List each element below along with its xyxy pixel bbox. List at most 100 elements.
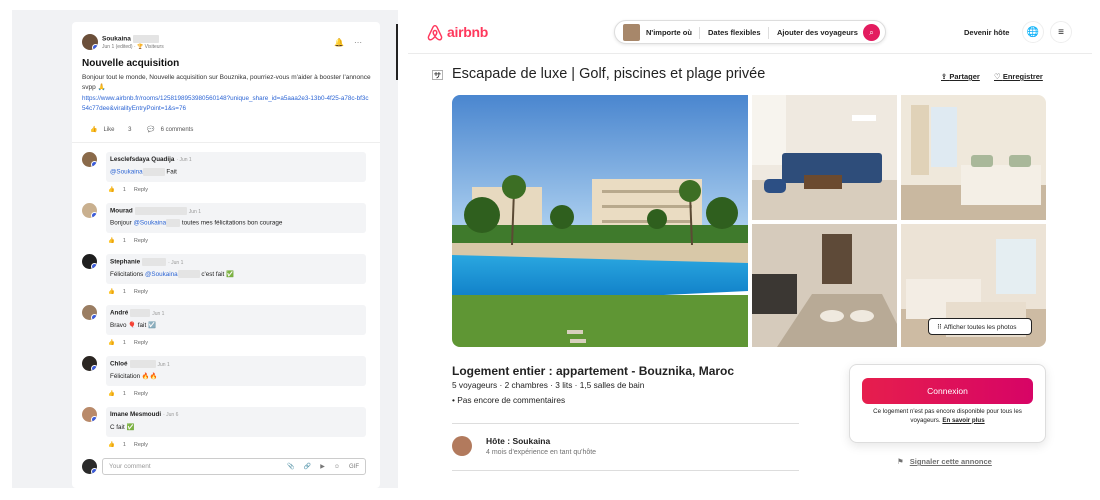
search-where[interactable]: N'importe où [646, 28, 692, 37]
attach-icon[interactable]: 📎 [287, 464, 294, 470]
comments-count[interactable]: 6 comments [161, 127, 194, 133]
post-header-actions: 🔔 ⋯ [324, 38, 362, 47]
search-bar[interactable]: N'importe où Dates flexibles Ajouter des… [614, 20, 886, 44]
host-avatar[interactable] [452, 436, 472, 456]
like-icon[interactable]: 👍 [108, 391, 115, 397]
reply-button[interactable]: Reply [134, 340, 148, 346]
main-photo-pool[interactable] [452, 95, 748, 347]
reply-button[interactable]: Reply [134, 187, 148, 193]
airbnb-logo-icon [427, 24, 443, 41]
comment-like-count: 1 [122, 442, 126, 448]
comment-like-count: 1 [122, 289, 126, 295]
comment-bubble: Chloé Jun 1 Félicitation 🔥🔥 [106, 356, 366, 386]
post-body: Bonjour tout le monde, Nouvelle acquisit… [82, 74, 371, 91]
post-title: Nouvelle acquisition [82, 58, 180, 69]
reply-button[interactable]: Reply [134, 289, 148, 295]
like-icon[interactable]: 👍 [108, 238, 115, 244]
more-icon[interactable]: ⋯ [354, 38, 362, 47]
heart-icon: ♡ [994, 72, 1003, 81]
photo-living-room[interactable] [752, 95, 897, 220]
comment-placeholder: Your comment [109, 463, 151, 470]
post-divider [72, 142, 380, 143]
reply-button[interactable]: Reply [134, 391, 148, 397]
translate-icon[interactable]: 🈂 [432, 67, 443, 83]
section-divider [452, 423, 799, 424]
booking-card: Connexion Ce logement n'est pas encore d… [849, 364, 1046, 443]
comment-bubble: André Jun 1 Bravo 🎈 fait ☑️ [106, 305, 366, 335]
post-header: Soukaina Jun 1 (edited) · 🏆 Visiteurs 🔔 ⋯ [82, 34, 372, 54]
reply-button[interactable]: Reply [134, 238, 148, 244]
post-meta: Jun 1 (edited) · 🏆 Visiteurs [102, 44, 164, 50]
comment-composer: Your comment 📎 🔗 ▶ ☺ GIF [82, 458, 372, 476]
comment-item: Lesclefsdaya Quadija · Jun 1 @Soukaina Fa… [82, 152, 372, 202]
link-icon[interactable]: 🔗 [304, 464, 311, 470]
living-room-image [752, 95, 897, 220]
commenter-avatar[interactable] [82, 305, 97, 320]
listing-details: 5 voyageurs · 2 chambres · 3 lits · 1,5 … [452, 380, 645, 390]
comment-item: Imane Mesmoudi · Jun 6 C fait ✅ 👍 1 Reply [82, 407, 372, 457]
search-who[interactable]: Ajouter des voyageurs [777, 28, 858, 37]
like-icon[interactable]: 👍 [90, 127, 97, 133]
gif-icon[interactable]: GIF [349, 464, 359, 470]
comment-actions: 👍 1 Reply [108, 340, 156, 346]
header-divider [408, 53, 1092, 54]
commenter-name[interactable]: André Jun 1 [110, 309, 164, 317]
listing-subtitle: Logement entier : appartement - Bouznika… [452, 364, 735, 378]
reviews-status: • Pas encore de commentaires [452, 395, 566, 405]
like-icon[interactable]: 👍 [108, 442, 115, 448]
video-icon[interactable]: ▶ [320, 464, 325, 470]
comment-bubble: Lesclefsdaya Quadija · Jun 1 @Soukaina Fa… [106, 152, 366, 182]
availability-note: Ce logement n'est pas encore disponible … [873, 408, 1022, 424]
post-actions: 👍 Like 3 💬 6 comments [90, 126, 199, 133]
author-avatar[interactable] [82, 34, 98, 50]
photo-bedroom-1[interactable] [901, 95, 1046, 220]
host-experience: 4 mois d'expérience en tant qu'hôte [486, 449, 597, 456]
bell-icon[interactable]: 🔔 [334, 38, 344, 47]
commenter-avatar[interactable] [82, 152, 97, 167]
commenter-name[interactable]: Mourad Jun 1 [110, 207, 201, 215]
listing-title: 🈂 Escapade de luxe | Golf, piscines et p… [432, 66, 766, 82]
commenter-name[interactable]: Imane Mesmoudi · Jun 6 [110, 411, 178, 418]
commenter-name[interactable]: Lesclefsdaya Quadija · Jun 1 [110, 156, 192, 163]
photo-dining-room[interactable] [752, 224, 897, 347]
become-host-link[interactable]: Devenir hôte [964, 28, 1009, 37]
show-all-photos-button[interactable]: ⠿ Afficher toutes les photos [928, 318, 1032, 335]
search-separator [699, 27, 700, 39]
menu-icon[interactable]: ≡ [1050, 21, 1072, 43]
reply-button[interactable]: Reply [134, 442, 148, 448]
comment-text: Bonjour @Soukaina toutes mes félicitatio… [110, 219, 283, 227]
comment-actions: 👍 1 Reply [108, 442, 156, 448]
learn-more-link[interactable]: En savoir plus [942, 417, 984, 424]
author-name[interactable]: Soukaina [102, 35, 159, 43]
save-button[interactable]: ♡ Enregistrer [994, 72, 1043, 81]
search-icon[interactable]: ⌕ [863, 24, 880, 41]
comment-text: Félicitation 🔥🔥 [110, 373, 158, 380]
emoji-icon[interactable]: ☺ [334, 464, 340, 470]
commenter-avatar[interactable] [82, 356, 97, 371]
like-icon[interactable]: 👍 [108, 340, 115, 346]
comment-bubble: Stephanie · Jun 1 Félicitations @Soukaina… [106, 254, 366, 284]
like-icon[interactable]: 👍 [108, 289, 115, 295]
commenter-avatar[interactable] [82, 407, 97, 422]
commenter-avatar[interactable] [82, 254, 97, 269]
comment-bubble: Mourad Jun 1 Bonjour @Soukaina toutes mes… [106, 203, 366, 233]
comment-input[interactable]: Your comment 📎 🔗 ▶ ☺ GIF [102, 458, 366, 475]
commenter-name[interactable]: Stephanie · Jun 1 [110, 258, 183, 266]
comment-like-count: 1 [122, 238, 126, 244]
like-label[interactable]: Like [103, 127, 114, 133]
post-card: Soukaina Jun 1 (edited) · 🏆 Visiteurs 🔔 ⋯… [72, 22, 380, 488]
comment-actions: 👍 1 Reply [108, 391, 156, 397]
commenter-name[interactable]: Chloé Jun 1 [110, 360, 170, 368]
listing-link[interactable]: https://www.airbnb.fr/rooms/125819895398… [82, 94, 372, 113]
comment-icon[interactable]: 💬 [147, 127, 154, 133]
commenter-avatar[interactable] [82, 203, 97, 218]
comment-item: Mourad Jun 1 Bonjour @Soukaina toutes mes… [82, 203, 372, 253]
login-button[interactable]: Connexion [862, 378, 1033, 404]
like-icon[interactable]: 👍 [108, 187, 115, 193]
share-button[interactable]: ⇪ Partager [941, 72, 980, 81]
grid-icon: ⠿ [937, 324, 944, 331]
report-listing[interactable]: ⚑ Signaler cette annonce [897, 457, 992, 466]
globe-icon[interactable]: 🌐 [1022, 21, 1044, 43]
search-when[interactable]: Dates flexibles [708, 28, 761, 37]
comment-actions: 👍 1 Reply [108, 238, 156, 244]
